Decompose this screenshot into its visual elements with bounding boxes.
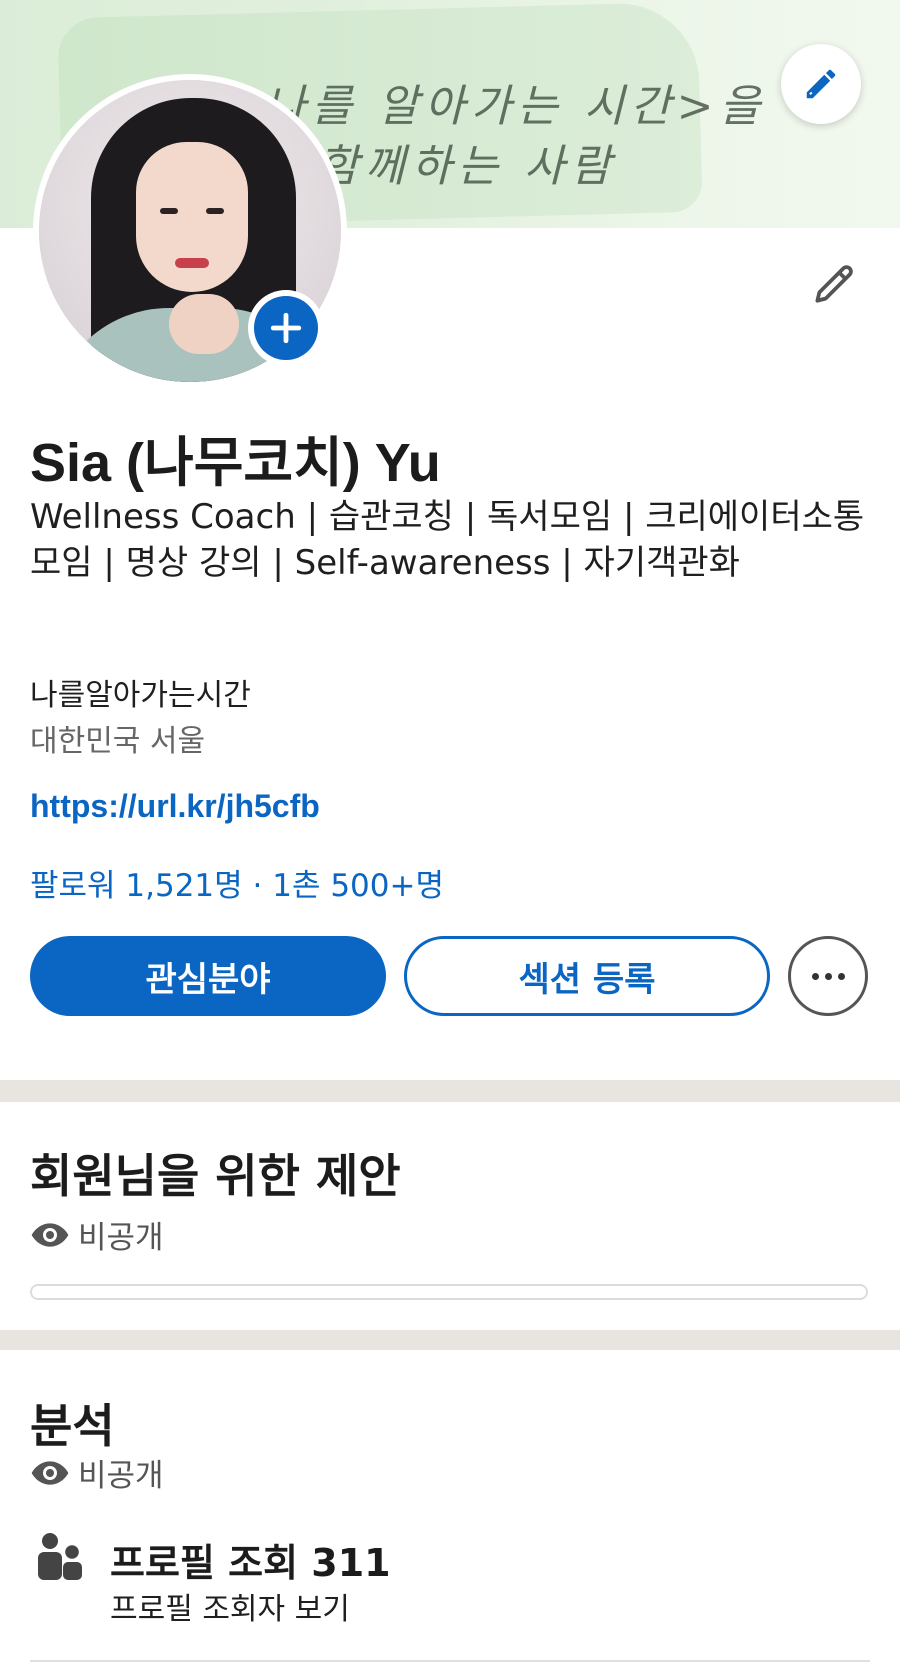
plus-icon xyxy=(270,312,302,344)
suggestions-visibility: 비공개 xyxy=(30,1212,164,1257)
edit-intro-button[interactable] xyxy=(806,256,862,312)
profile-views-subtitle[interactable]: 프로필 조회자 보기 xyxy=(110,1584,350,1628)
suggestions-title: 회원님을 위한 제안 xyxy=(30,1149,401,1203)
section-divider xyxy=(0,1330,900,1350)
profile-organization[interactable]: 나를알아가는시간 xyxy=(30,670,251,714)
more-actions-button[interactable] xyxy=(788,936,868,1016)
open-to-button[interactable]: 관심분야 xyxy=(30,936,386,1016)
profile-location: 대한민국 서울 xyxy=(30,724,206,759)
add-section-button[interactable]: 섹션 등록 xyxy=(404,936,770,1016)
banner-text-line-2: 함께하는 사람 xyxy=(318,141,617,192)
analytics-visibility: 비공개 xyxy=(30,1450,164,1495)
analytics-divider xyxy=(30,1660,870,1662)
profile-headline: Wellness Coach | 습관코칭 | 독서모임 | 크리에이터소통모임… xyxy=(30,497,865,583)
edit-banner-button[interactable] xyxy=(781,44,861,124)
add-story-button[interactable] xyxy=(248,290,324,366)
followers-connections-link[interactable]: 팔로워 1,521명 · 1촌 500+명 xyxy=(30,860,444,905)
pencil-icon xyxy=(806,69,836,99)
profile-views-title[interactable]: 프로필 조회 311 xyxy=(110,1532,391,1587)
suggestions-progress-bar xyxy=(30,1284,868,1300)
eye-icon xyxy=(31,1460,69,1485)
profile-website-link[interactable]: https://url.kr/jh5cfb xyxy=(30,788,320,825)
analytics-title: 분석 xyxy=(30,1399,115,1453)
eye-icon xyxy=(31,1222,69,1247)
pencil-icon xyxy=(815,265,853,303)
people-icon xyxy=(38,1533,82,1580)
section-divider xyxy=(0,1080,900,1102)
profile-name: Sia (나무코치) Yu xyxy=(30,433,441,493)
visibility-label: 비공개 xyxy=(78,1458,164,1494)
more-horizontal-icon xyxy=(811,972,819,980)
visibility-label: 비공개 xyxy=(78,1220,164,1256)
